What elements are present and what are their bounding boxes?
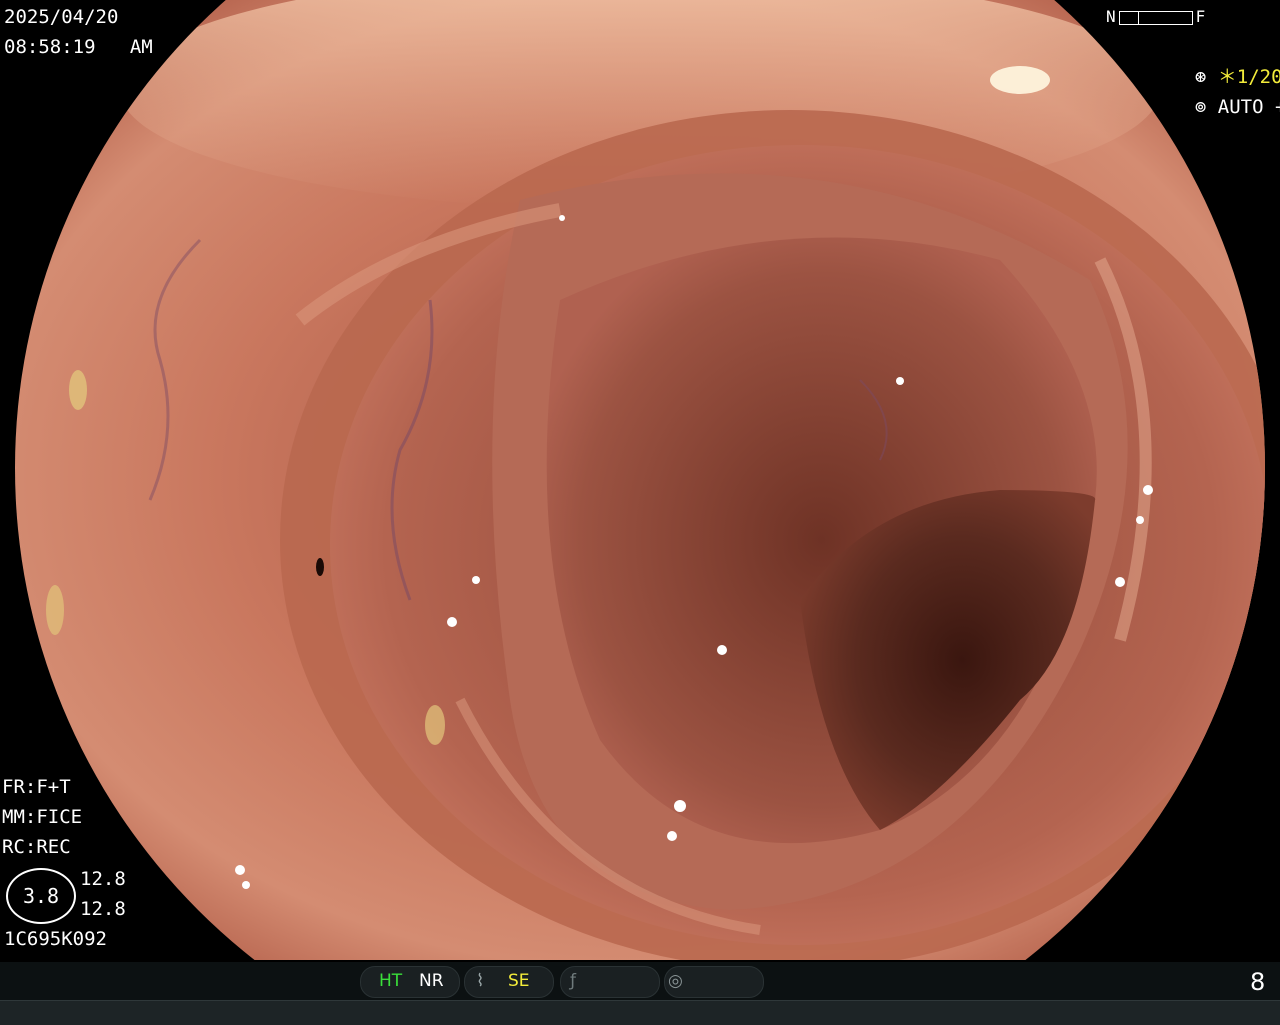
scope-serial: 1C695K092 bbox=[4, 928, 107, 950]
near-label: N bbox=[1106, 7, 1116, 26]
nr-indicator: NR bbox=[419, 971, 444, 991]
iris-icon: ⊚ bbox=[1194, 96, 1207, 118]
status-bar-strip bbox=[0, 1000, 1280, 1025]
near-far-focus-indicator: NF bbox=[1106, 7, 1205, 27]
frame-mode: FR:F+T bbox=[2, 776, 71, 798]
far-label: F bbox=[1195, 7, 1206, 26]
record-status: RC:REC bbox=[2, 836, 71, 858]
endoscope-image bbox=[0, 0, 1280, 960]
iris-mode: AUTO +4 bbox=[1217, 96, 1280, 118]
ht-nr-group bbox=[360, 966, 460, 998]
focus-scale bbox=[1118, 10, 1193, 25]
iris-readout: ⊚ AUTO +4 bbox=[1172, 62, 1280, 122]
recording-icon: ◎ bbox=[668, 971, 683, 991]
value-readout-2: 12.8 bbox=[80, 898, 126, 920]
zoom-value-badge: 3.8 bbox=[6, 868, 76, 924]
exam-time: 08:58:19 AM bbox=[4, 36, 153, 58]
se-indicator: SE bbox=[508, 971, 530, 991]
mode-fice: MM:FICE bbox=[2, 806, 83, 828]
value-readout-1: 12.8 bbox=[80, 868, 126, 890]
ht-indicator: HT bbox=[379, 971, 403, 991]
structure-enhance-icon: ⌇ bbox=[476, 971, 485, 991]
page-number: 8 bbox=[1250, 968, 1266, 996]
color-mode-icon: ƒ bbox=[570, 971, 576, 991]
exam-date: 2025/04/20 bbox=[4, 6, 119, 28]
